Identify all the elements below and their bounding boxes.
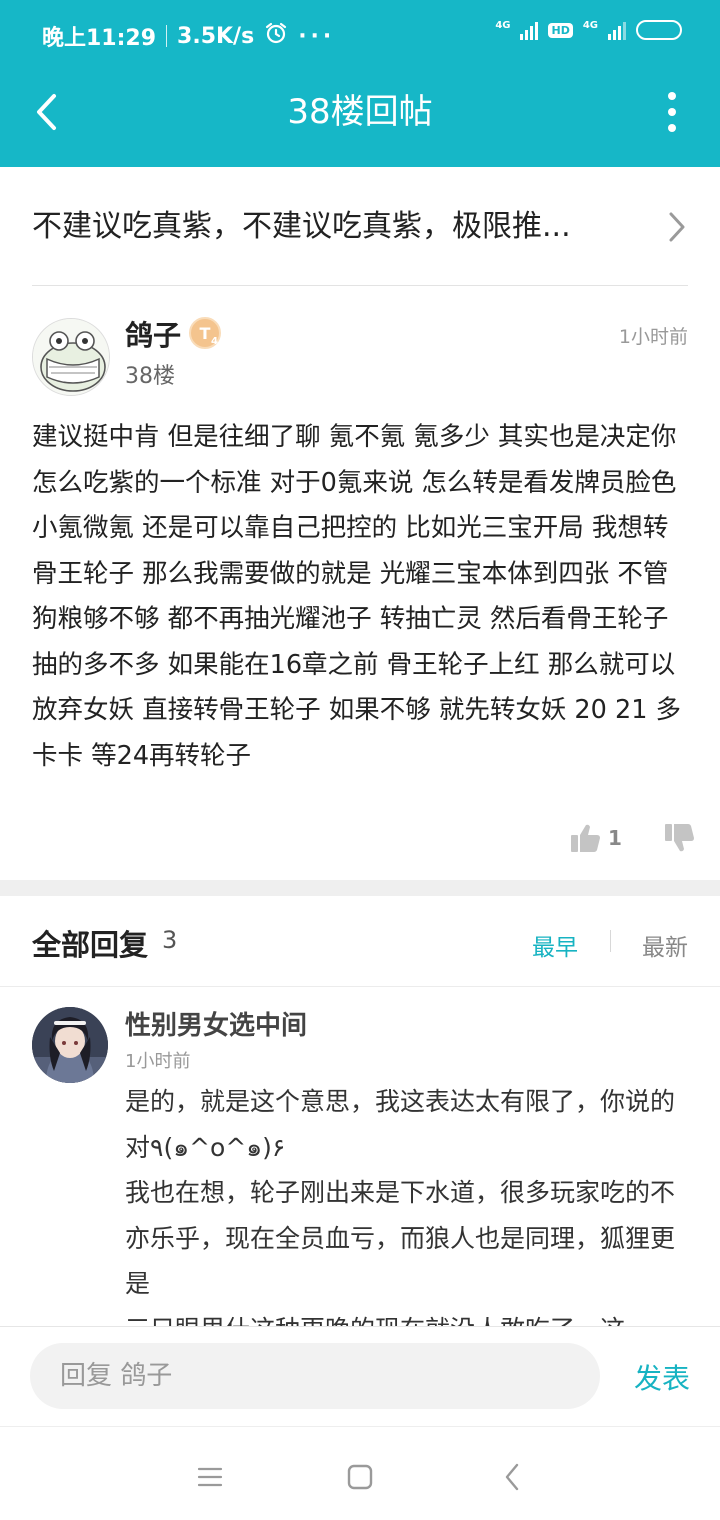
more-notifications-icon: ···: [298, 23, 336, 49]
chevron-right-icon: [669, 212, 685, 242]
network-type-2: 4G: [582, 20, 598, 31]
system-nav-bar: [0, 1426, 720, 1520]
sort-earliest-tab[interactable]: 最早: [532, 928, 578, 962]
floor-post-content: 建议挺中肯 但是往细了聊 氪不氪 氪多少 其实也是决定你怎么吃紫的一个标准 对于…: [32, 422, 682, 771]
sort-divider: [610, 930, 611, 952]
status-left: 晚上11:29 3.5K/s ···: [42, 20, 335, 52]
status-time: 晚上11:29: [42, 26, 157, 51]
author-avatar[interactable]: [32, 318, 110, 396]
sort-latest-tab[interactable]: 最新: [642, 928, 688, 962]
reply-time: 1小时前: [125, 1051, 191, 1072]
replies-title: 全部回复: [32, 928, 149, 962]
reply-input-bar: 发表: [0, 1326, 720, 1426]
reply-input[interactable]: [30, 1343, 600, 1409]
menu-icon: [197, 1467, 223, 1487]
post-actions: 1: [0, 815, 720, 865]
level-badge: T 4: [189, 317, 221, 349]
anime-avatar-image: [32, 1007, 108, 1083]
status-bar: 晚上11:29 3.5K/s ··· 4G HD 4G 61: [0, 0, 720, 70]
app-header: 38楼回帖: [0, 70, 720, 167]
hd-badge: HD: [548, 22, 573, 38]
post-time: 1小时前: [618, 326, 688, 348]
battery-icon: 61: [636, 20, 682, 40]
nav-back-button[interactable]: [492, 1457, 532, 1497]
status-speed: 3.5K/s: [177, 23, 255, 49]
floor-number: 38楼: [125, 364, 175, 389]
menu-button[interactable]: [190, 1457, 230, 1497]
reply-item[interactable]: 性别男女选中间 1小时前 是的，就是这个意思，我这表达太有限了，你说的对٩(๑^…: [0, 987, 720, 1327]
dislike-button[interactable]: [664, 823, 696, 857]
divider: [32, 285, 688, 286]
like-button[interactable]: 1: [570, 823, 622, 853]
reply-line: 是的，就是这个意思，我这表达太有限了，你说的对٩(๑^o^๑)۶: [125, 1087, 676, 1162]
section-separator: [0, 880, 720, 896]
like-count: 1: [608, 826, 622, 850]
battery-level: 61: [661, 22, 680, 38]
network-type-1: 4G: [495, 20, 511, 31]
frog-avatar-image: [33, 319, 109, 395]
replies-header: 全部回复 3 最早 最新: [0, 896, 720, 986]
level-badge-letter: T: [199, 323, 211, 343]
level-badge-number: 4: [211, 336, 218, 347]
signal-icon-2: [608, 20, 626, 40]
reply-content: 是的，就是这个意思，我这表达太有限了，你说的对٩(๑^o^๑)۶ 我也在想，轮子…: [125, 1079, 695, 1327]
page-title: 38楼回帖: [287, 92, 433, 132]
floor-post-header: 鸽子 T 4 38楼 1小时前: [0, 300, 720, 400]
original-post-link[interactable]: 不建议吃真紫，不建议吃真紫，极限推...: [0, 167, 720, 287]
alarm-icon: [264, 21, 288, 51]
reply-avatar[interactable]: [32, 1007, 108, 1083]
nav-back-icon: [505, 1463, 519, 1491]
status-separator: [166, 25, 168, 47]
reply-author[interactable]: 性别男女选中间: [125, 1005, 307, 1042]
replies-count: 3: [162, 926, 178, 954]
top-bar: 晚上11:29 3.5K/s ··· 4G HD 4G 61 38楼回帖: [0, 0, 720, 167]
reply-line: 我也在想，轮子刚出来是下水道，很多玩家吃的不亦乐乎，现在全员血亏，而狼人也是同理…: [125, 1178, 676, 1298]
thumbs-up-icon: [571, 824, 600, 852]
original-post-title: 不建议吃真紫，不建议吃真紫，极限推...: [32, 209, 571, 244]
reply-line: 三只眼里什这种更晚的现在就没人敢吃了，这: [125, 1307, 695, 1328]
home-button[interactable]: [340, 1457, 380, 1497]
thumbs-down-icon: [665, 824, 694, 852]
more-dot-icon: [668, 108, 676, 116]
more-options-button[interactable]: [662, 92, 682, 132]
signal-icon: [520, 20, 539, 40]
home-square-icon: [347, 1464, 373, 1490]
author-name[interactable]: 鸽子: [125, 314, 181, 354]
more-dot-icon: [668, 124, 676, 132]
more-dot-icon: [668, 92, 676, 100]
status-right: 4G HD 4G 61: [495, 20, 682, 40]
send-button[interactable]: 发表: [634, 1357, 690, 1397]
